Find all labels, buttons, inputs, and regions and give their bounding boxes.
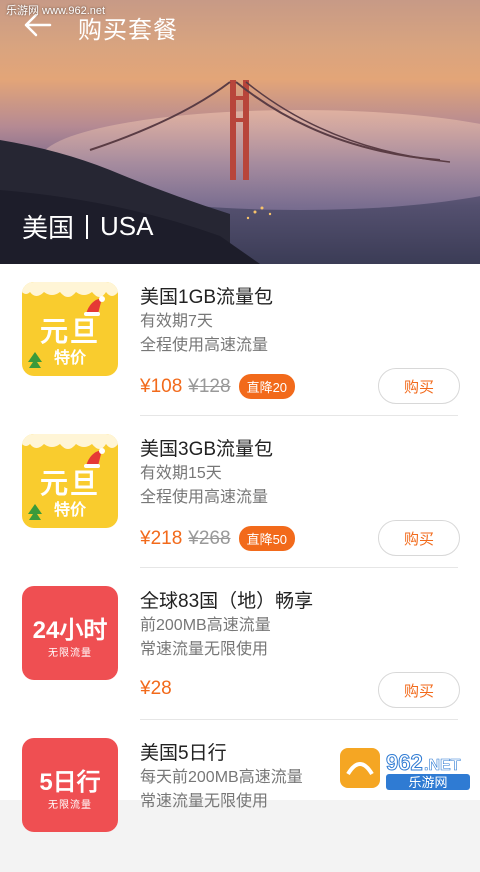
package-description: 全程使用高速流量 bbox=[140, 489, 269, 506]
tree-icon bbox=[28, 352, 42, 368]
package-thumbnail: 5日行 无限流量 bbox=[22, 738, 118, 832]
logo-subtitle: 乐游网 bbox=[408, 775, 447, 790]
package-info: 美国5日行 每天前200MB高速流量 常速流量无限使用 bbox=[140, 742, 303, 814]
original-price: ¥128 bbox=[188, 375, 231, 397]
package-highspeed: 每天前200MB高速流量 bbox=[140, 769, 303, 786]
package-description: 常速流量无限使用 bbox=[140, 641, 269, 658]
package-name: 美国3GB流量包 bbox=[140, 439, 274, 460]
discount-badge: 直降20 bbox=[238, 374, 296, 399]
package-list: 元旦 特价 美国1GB流量包 有效期7天 全程使用高速流量 ¥108 ¥128 … bbox=[0, 264, 480, 832]
logo-suffix: .NET bbox=[424, 757, 461, 774]
package-thumbnail: 24小时 无限流量 bbox=[22, 586, 118, 680]
region-separator bbox=[86, 214, 89, 239]
package-validity: 有效期15天 bbox=[140, 465, 222, 482]
buy-button[interactable]: 购买 bbox=[378, 672, 460, 708]
price-row: ¥108 ¥128 直降20 bbox=[140, 374, 296, 399]
package-info: 全球83国（地）畅享 前200MB高速流量 常速流量无限使用 bbox=[140, 590, 313, 662]
buy-button[interactable]: 购买 bbox=[378, 368, 460, 404]
original-price: ¥268 bbox=[188, 527, 231, 549]
tree-icon bbox=[28, 504, 42, 520]
package-highspeed: 前200MB高速流量 bbox=[140, 617, 271, 634]
package-thumbnail: 元旦 特价 bbox=[22, 282, 118, 376]
site-watermark: 乐游网 www.962.net bbox=[6, 5, 106, 17]
package-card[interactable]: 5日行 无限流量 美国5日行 每天前200MB高速流量 常速流量无限使用 bbox=[0, 720, 480, 872]
package-card[interactable]: 24小时 无限流量 全球83国（地）畅享 前200MB高速流量 常速流量无限使用… bbox=[0, 568, 480, 720]
package-validity: 有效期7天 bbox=[140, 313, 213, 330]
package-description: 常速流量无限使用 bbox=[140, 793, 269, 810]
package-description: 全程使用高速流量 bbox=[140, 337, 269, 354]
thumbnail-subtitle: 无限流量 bbox=[48, 648, 92, 659]
region-label: 美国 USA bbox=[22, 208, 153, 245]
site-logo-graphic: 962 .NET 乐游网 bbox=[340, 748, 470, 790]
thumbnail-subtitle: 无限流量 bbox=[48, 800, 92, 811]
package-thumbnail: 元旦 特价 bbox=[22, 434, 118, 528]
thumbnail-title: 24小时 bbox=[32, 617, 108, 644]
package-name: 美国5日行 bbox=[140, 743, 227, 764]
site-logo: 962 .NET 乐游网 bbox=[340, 744, 474, 794]
price-row: ¥218 ¥268 直降50 bbox=[140, 526, 296, 551]
package-card[interactable]: 元旦 特价 美国1GB流量包 有效期7天 全程使用高速流量 ¥108 ¥128 … bbox=[0, 264, 480, 416]
current-price: ¥28 bbox=[140, 678, 172, 699]
current-price: ¥218 bbox=[140, 527, 183, 549]
logo-number: 962 bbox=[386, 750, 423, 775]
thumbnail-title: 5日行 bbox=[39, 769, 101, 796]
region-name-en: USA bbox=[100, 211, 154, 241]
package-name: 美国1GB流量包 bbox=[140, 287, 274, 308]
buy-button[interactable]: 购买 bbox=[378, 520, 460, 556]
package-info: 美国1GB流量包 有效期7天 全程使用高速流量 bbox=[140, 286, 273, 358]
package-name: 全球83国（地）畅享 bbox=[140, 591, 314, 612]
price-row: ¥28 bbox=[140, 678, 172, 700]
package-info: 美国3GB流量包 有效期15天 全程使用高速流量 bbox=[140, 438, 273, 510]
package-card[interactable]: 元旦 特价 美国3GB流量包 有效期15天 全程使用高速流量 ¥218 ¥268… bbox=[0, 416, 480, 568]
discount-badge: 直降50 bbox=[238, 526, 296, 551]
region-name-cn: 美国 bbox=[22, 213, 75, 243]
current-price: ¥108 bbox=[140, 375, 183, 397]
